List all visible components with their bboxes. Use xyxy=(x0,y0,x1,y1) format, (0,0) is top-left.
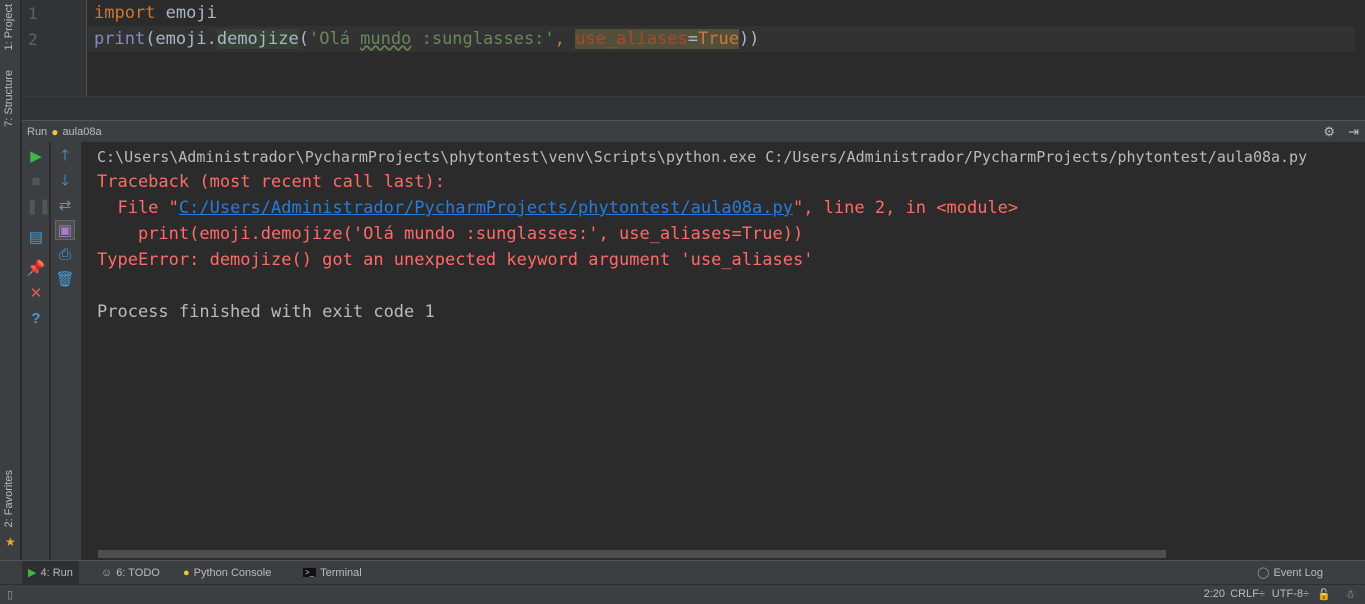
tab-event-log[interactable]: ◯ Event Log xyxy=(1251,561,1329,584)
code-line-2[interactable]: print(emoji.demojize('Olá mundo :sunglas… xyxy=(94,29,759,49)
run-panel-header: Run ● aula08a ⚙ ⇥ xyxy=(22,120,1365,142)
tab-label: Terminal xyxy=(320,566,362,579)
tab-terminal[interactable]: >_ Terminal xyxy=(297,561,368,584)
keyword: import xyxy=(94,3,156,23)
string: :sunglasses:' xyxy=(411,29,555,49)
trash-icon[interactable]: 🗑 xyxy=(55,270,75,290)
favorites-tool-tab[interactable]: 2: Favorites xyxy=(3,470,15,527)
scroll-to-end-icon[interactable]: ▣ xyxy=(55,220,75,240)
terminal-icon: >_ xyxy=(303,568,317,577)
constant: True xyxy=(697,29,739,49)
arrow-down-icon[interactable]: 🡓 xyxy=(55,171,75,191)
stop-icon[interactable]: ■ xyxy=(26,172,46,192)
arrow-up-icon[interactable]: 🡑 xyxy=(55,146,75,166)
console-output[interactable]: C:\Users\Administrador\PycharmProjects\p… xyxy=(82,142,1365,560)
text: ", line 2, in <module> xyxy=(792,198,1019,218)
line-gutter: 1 2 xyxy=(22,0,87,96)
star-icon: ★ xyxy=(5,535,16,549)
code-line-1[interactable]: import emoji xyxy=(94,3,217,23)
error-message: TypeError: demojize() got an unexpected … xyxy=(97,250,814,270)
traceback-file-line: File "C:/Users/Administrador/PycharmProj… xyxy=(97,198,1018,218)
lock-icon[interactable]: 🔓 xyxy=(1317,588,1331,601)
hide-icon[interactable]: ⇥ xyxy=(1348,124,1359,140)
code-text: (emoji. xyxy=(145,29,217,49)
tab-todo[interactable]: ☺ 6: TODO xyxy=(95,561,166,584)
string: 'Olá xyxy=(308,29,361,49)
text: File " xyxy=(97,198,179,218)
run-config-tab[interactable]: aula08a xyxy=(62,126,101,138)
traceback-source: print(emoji.demojize('Olá mundo :sunglas… xyxy=(97,224,804,244)
python-icon: ● xyxy=(183,566,190,579)
command-line: C:\Users\Administrador\PycharmProjects\p… xyxy=(97,148,1308,166)
close-icon[interactable]: ✕ xyxy=(26,284,46,304)
tab-label: Python Console xyxy=(193,566,272,579)
comma: , xyxy=(554,29,576,49)
run-icon: ▶ xyxy=(28,567,37,579)
horizontal-scrollbar[interactable] xyxy=(98,550,1166,558)
caret-position[interactable]: 2:20 xyxy=(1204,588,1225,600)
tab-label: 6: TODO xyxy=(116,566,160,579)
run-toolbar: ▶ ■ ❚❚ ▤ 📌 ✕ ? xyxy=(22,142,51,560)
help-icon[interactable]: ? xyxy=(26,309,46,329)
inspector-icon[interactable]: ☃ xyxy=(1345,588,1355,601)
print-icon[interactable]: ⎙ xyxy=(55,245,75,265)
event-log-icon: ◯ xyxy=(1257,567,1270,579)
status-bar: ▯ 2:20 CRLF÷ UTF-8÷ 🔓 ☃ xyxy=(0,584,1365,604)
gear-icon[interactable]: ⚙ xyxy=(1323,124,1335,140)
run-label: Run xyxy=(27,125,48,138)
tab-label: Event Log xyxy=(1273,566,1323,579)
structure-tool-tab[interactable]: 7: Structure xyxy=(3,70,15,127)
file-link[interactable]: C:/Users/Administrador/PycharmProjects/p… xyxy=(179,198,793,218)
pin-icon[interactable]: 📌 xyxy=(26,259,46,279)
tool-window-tabs: ▶ 4: Run ☺ 6: TODO ● Python Console >_ Termi… xyxy=(0,560,1365,584)
soft-wrap-icon[interactable]: ⇄ xyxy=(55,196,75,216)
left-tool-strip: 1: Project 7: Structure 2: Favorites ★ xyxy=(0,0,21,560)
kwarg: use_aliases xyxy=(575,29,688,49)
code-text: ( xyxy=(298,29,309,49)
project-tool-tab[interactable]: 1: Project xyxy=(3,4,15,50)
exit-message: Process finished with exit code 1 xyxy=(97,302,435,322)
file-encoding[interactable]: UTF-8÷ xyxy=(1272,588,1309,600)
builtin: print xyxy=(94,29,146,49)
tab-label: 4: Run xyxy=(40,566,73,579)
error-highlight: use_aliases=True xyxy=(575,29,739,49)
module-name: emoji xyxy=(155,3,217,23)
line-number: 2 xyxy=(28,30,38,49)
layout-icon[interactable]: ▤ xyxy=(26,228,46,248)
line-number: 1 xyxy=(28,4,38,23)
toggle-panels-icon[interactable]: ▯ xyxy=(7,588,13,601)
tab-run[interactable]: ▶ 4: Run xyxy=(22,561,79,584)
console-toolbar: 🡑 🡓 ⇄ ▣ ⎙ 🗑 xyxy=(51,142,82,560)
equals: = xyxy=(687,29,698,49)
todo-icon: ☺ xyxy=(101,566,113,579)
code-editor[interactable]: 1 2 import emoji print(emoji.demojize('O… xyxy=(22,0,1365,96)
code-text: )) xyxy=(738,29,760,49)
editor-bottom xyxy=(22,96,1365,120)
tab-python-console[interactable]: ● Python Console xyxy=(177,561,277,584)
traceback-header: Traceback (most recent call last): xyxy=(97,172,445,192)
typo-string: mundo xyxy=(360,29,412,49)
python-icon: ● xyxy=(51,124,59,139)
pause-icon[interactable]: ❚❚ xyxy=(26,197,51,217)
method-name: demojize xyxy=(216,29,299,49)
line-separator[interactable]: CRLF÷ xyxy=(1230,588,1265,600)
rerun-icon[interactable]: ▶ xyxy=(26,147,46,167)
